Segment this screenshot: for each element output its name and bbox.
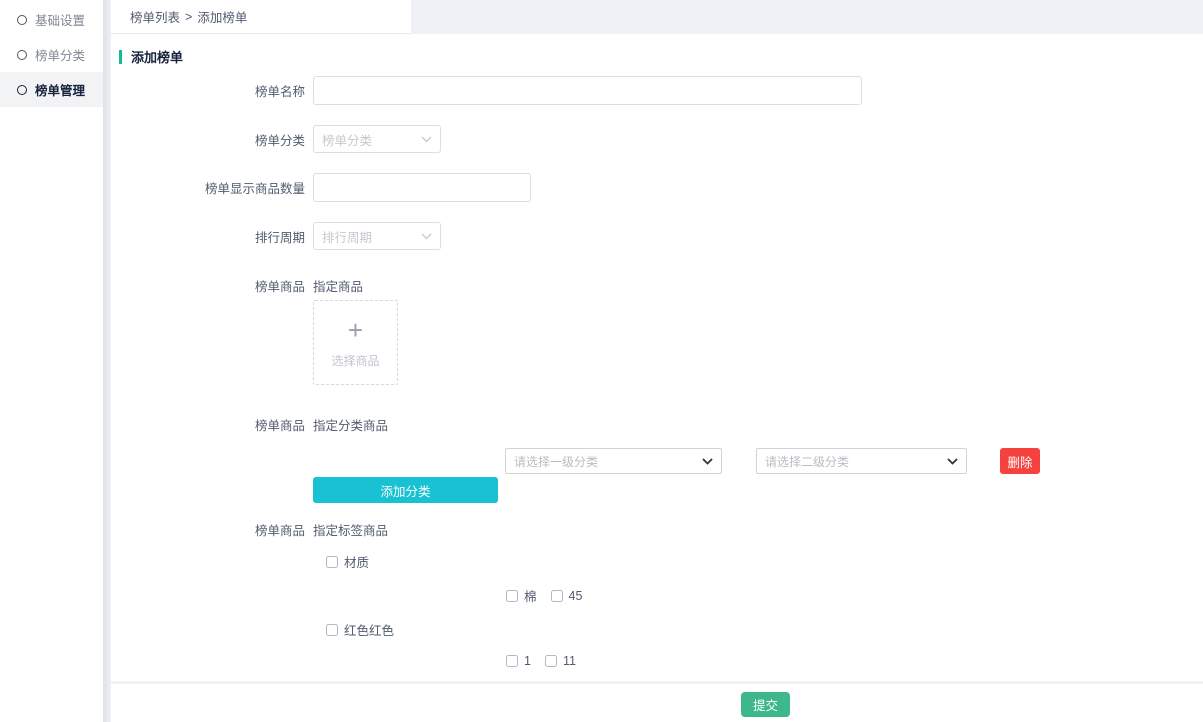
specified-goods-sublabel: 指定商品 [313,276,398,295]
ranking-goods-label: 榜单商品 [119,415,305,434]
select-goods-picker-label: 选择商品 [331,352,379,369]
row-ranking-name: 榜单名称 [119,76,1203,105]
ranking-name-input[interactable] [313,76,862,105]
section-accent-bar [119,50,122,64]
sidebar-item-label: 基础设置 [35,10,85,29]
breadcrumb-current: 添加榜单 [197,7,247,26]
tag-checkbox-cotton[interactable]: 棉 [506,586,537,605]
tag-label: 棉 [524,586,537,605]
ranking-name-label: 榜单名称 [119,81,305,100]
tag-checkbox-45[interactable]: 45 [551,589,583,603]
chevron-down-icon [947,458,958,465]
main-area: 榜单列表 > 添加榜单 添加榜单 榜单名称 榜单分类 榜单分类 [111,0,1203,722]
chevron-down-icon [702,458,713,465]
tag-children-row: 棉 45 [506,586,1203,605]
breadcrumb-link-ranking-list[interactable]: 榜单列表 [130,7,180,26]
select-goods-picker[interactable]: + 选择商品 [313,300,398,385]
footer: 提交 [111,684,1203,722]
tag-label: 1 [524,654,531,668]
checkbox-icon [545,655,557,667]
tag-checkbox-11[interactable]: 11 [545,654,576,668]
sidebar-item-label: 榜单分类 [35,45,85,64]
display-count-input[interactable] [313,173,531,202]
sidebar-item-ranking-management[interactable]: 榜单管理 [0,72,103,107]
ranking-goods-label: 榜单商品 [119,520,305,539]
ranking-cycle-label: 排行周期 [119,227,305,246]
row-category-goods: 榜单商品 指定分类商品 请选择一级分类 请选择二级分类 [119,415,1203,503]
ranking-cycle-select[interactable]: 排行周期 [313,222,441,250]
row-tag-goods: 榜单商品 指定标签商品 材质 棉 [119,520,1203,681]
sidebar-item-label: 榜单管理 [35,80,85,99]
tag-label: 红色红色 [344,620,394,639]
checkbox-icon [506,655,518,667]
ranking-category-placeholder: 榜单分类 [322,130,372,149]
add-category-button[interactable]: 添加分类 [313,477,498,503]
checkbox-icon [326,556,338,568]
tag-label: 45 [569,589,583,603]
ranking-category-select[interactable]: 榜单分类 [313,125,441,153]
category-goods-labels: 榜单商品 指定分类商品 [119,415,1203,434]
tag-goods-labels: 榜单商品 指定标签商品 [119,520,1203,539]
radio-circle-icon [17,50,27,60]
row-display-count: 榜单显示商品数量 [119,173,1203,202]
sidebar-divider [103,0,111,722]
tag-label: 材质 [344,552,369,571]
radio-circle-icon [17,85,27,95]
sidebar-item-basic-settings[interactable]: 基础设置 [0,2,103,37]
row-specified-goods: 榜单商品 指定商品 + 选择商品 [119,276,1203,385]
sidebar: 基础设置 榜单分类 榜单管理 [0,0,103,722]
section-header: 添加榜单 [119,34,1203,76]
level1-category-select[interactable]: 请选择一级分类 [505,448,722,474]
category-select-row: 请选择一级分类 请选择二级分类 删除 [505,448,1203,474]
specified-goods-block: 指定商品 + 选择商品 [313,276,398,385]
level2-category-placeholder: 请选择二级分类 [765,453,849,470]
level2-category-select[interactable]: 请选择二级分类 [756,448,967,474]
radio-circle-icon [17,15,27,25]
breadcrumb-separator: > [185,10,192,24]
app-layout: 基础设置 榜单分类 榜单管理 榜单列表 > 添加榜单 添加榜单 [0,0,1203,722]
ranking-cycle-placeholder: 排行周期 [322,227,372,246]
chevron-down-icon [421,136,432,143]
delete-button[interactable]: 删除 [1000,448,1040,474]
tag-group-row: 材质 [326,552,1203,571]
category-goods-sublabel: 指定分类商品 [313,415,388,434]
tag-checkbox-material[interactable]: 材质 [326,552,369,571]
row-ranking-category: 榜单分类 榜单分类 [119,125,1203,153]
page-title: 添加榜单 [131,47,183,66]
sidebar-item-ranking-category[interactable]: 榜单分类 [0,37,103,72]
checkbox-icon [506,590,518,602]
checkbox-icon [551,590,563,602]
tag-goods-sublabel: 指定标签商品 [313,520,388,539]
tag-checkbox-1[interactable]: 1 [506,654,531,668]
submit-button[interactable]: 提交 [741,692,790,717]
tag-checkbox-red[interactable]: 红色红色 [326,620,394,639]
chevron-down-icon [421,233,432,240]
row-ranking-cycle: 排行周期 排行周期 [119,222,1203,250]
checkbox-icon [326,624,338,636]
tag-label: 11 [563,654,576,668]
tag-children-row: 1 11 [506,654,1203,668]
plus-icon: + [348,317,363,343]
tag-group-row: 红色红色 [326,620,1203,639]
level1-category-placeholder: 请选择一级分类 [514,453,598,470]
ranking-goods-label: 榜单商品 [119,276,305,295]
ranking-category-label: 榜单分类 [119,130,305,149]
display-count-label: 榜单显示商品数量 [119,178,305,197]
topbar: 榜单列表 > 添加榜单 [111,0,1203,34]
breadcrumb: 榜单列表 > 添加榜单 [111,0,411,34]
form-panel: 添加榜单 榜单名称 榜单分类 榜单分类 榜单显示商品数量 [111,34,1203,681]
